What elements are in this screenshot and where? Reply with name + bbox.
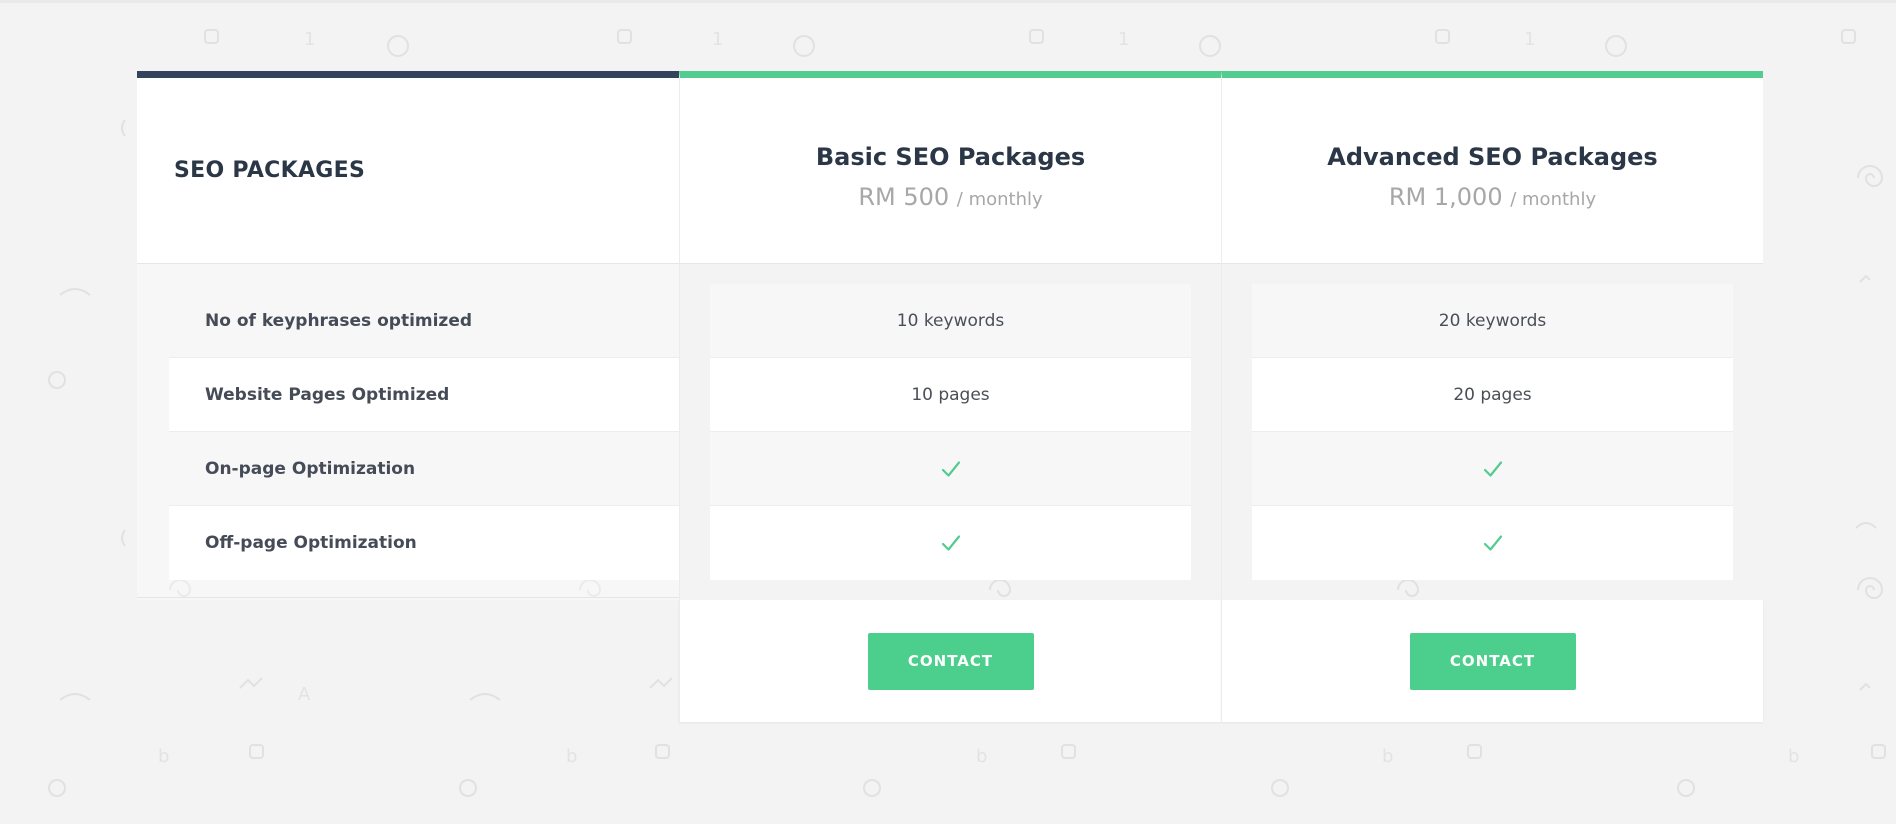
basic-feature-keyphrases: 10 keywords xyxy=(710,284,1191,358)
basic-value-pages: 10 pages xyxy=(911,384,990,405)
advanced-value-pages: 20 pages xyxy=(1453,384,1532,405)
basic-footer-cell: CONTACT xyxy=(679,600,1221,722)
feature-labels-column: No of keyphrases optimized Website Pages… xyxy=(137,264,679,600)
svg-text:b: b xyxy=(566,746,577,767)
advanced-feature-offpage xyxy=(1252,506,1733,580)
feature-label-offpage: Off-page Optimization xyxy=(205,533,417,553)
check-icon xyxy=(1252,533,1733,553)
advanced-feature-onpage xyxy=(1252,432,1733,506)
basic-value-keyphrases: 10 keywords xyxy=(896,310,1005,331)
packages-heading: SEO PACKAGES xyxy=(174,158,366,183)
basic-plan-column: 10 keywords 10 pages xyxy=(679,264,1221,600)
svg-text:1: 1 xyxy=(1524,29,1535,50)
advanced-footer-cell: CONTACT xyxy=(1221,600,1763,722)
plan-header-basic: Basic SEO Packages RM 500 / monthly xyxy=(679,71,1221,264)
feature-label-onpage: On-page Optimization xyxy=(205,458,416,479)
basic-feature-onpage xyxy=(710,432,1191,506)
check-icon xyxy=(1252,459,1733,479)
advanced-plan-column: 20 keywords 20 pages xyxy=(1221,264,1763,600)
svg-text:1: 1 xyxy=(712,29,723,50)
feature-row-onpage: On-page Optimization xyxy=(169,432,679,506)
feature-row-keyphrases: No of keyphrases optimized xyxy=(169,284,679,358)
feature-row-offpage: Off-page Optimization xyxy=(169,506,679,580)
pricing-header-row: SEO PACKAGES Basic SEO Packages RM 500 /… xyxy=(137,71,1763,264)
check-icon xyxy=(710,533,1191,553)
feature-row-pages: Website Pages Optimized xyxy=(169,358,679,432)
advanced-feature-keyphrases: 20 keywords xyxy=(1252,284,1733,358)
packages-heading-cell: SEO PACKAGES xyxy=(137,71,679,264)
svg-text:b: b xyxy=(1382,746,1393,767)
check-icon xyxy=(710,459,1191,479)
plan-price-advanced: RM 1,000 / monthly xyxy=(1222,182,1763,215)
plan-name-advanced: Advanced SEO Packages xyxy=(1327,143,1658,171)
basic-feature-pages: 10 pages xyxy=(710,358,1191,432)
plan-price-advanced-period: / monthly xyxy=(1510,189,1597,210)
basic-feature-offpage xyxy=(710,506,1191,580)
contact-button-advanced[interactable]: CONTACT xyxy=(1409,632,1576,690)
plan-price-basic: RM 500 / monthly xyxy=(680,182,1221,215)
plan-name-basic: Basic SEO Packages xyxy=(815,143,1086,171)
svg-text:b: b xyxy=(976,746,987,767)
advanced-value-keyphrases: 20 keywords xyxy=(1438,310,1547,331)
contact-button-basic[interactable]: CONTACT xyxy=(867,632,1034,690)
label-column-bottom-rule xyxy=(137,597,679,598)
plan-header-advanced: Advanced SEO Packages RM 1,000 / monthly xyxy=(1221,71,1763,264)
feature-label-pages: Website Pages Optimized xyxy=(205,384,450,405)
pricing-table: SEO PACKAGES Basic SEO Packages RM 500 /… xyxy=(137,71,1763,722)
svg-text:1: 1 xyxy=(304,29,315,50)
advanced-feature-pages: 20 pages xyxy=(1252,358,1733,432)
svg-text:b: b xyxy=(158,746,169,767)
plan-price-basic-period: / monthly xyxy=(956,189,1043,210)
svg-text:b: b xyxy=(1788,746,1799,767)
top-rule xyxy=(0,0,1896,3)
plan-price-basic-amount: RM 500 xyxy=(858,183,950,211)
plan-price-advanced-amount: RM 1,000 xyxy=(1388,183,1503,211)
feature-label-keyphrases: No of keyphrases optimized xyxy=(205,310,473,331)
pricing-body-row: No of keyphrases optimized Website Pages… xyxy=(137,264,1763,600)
svg-text:1: 1 xyxy=(1118,29,1129,50)
pricing-footer-row: CONTACT CONTACT xyxy=(679,600,1763,722)
